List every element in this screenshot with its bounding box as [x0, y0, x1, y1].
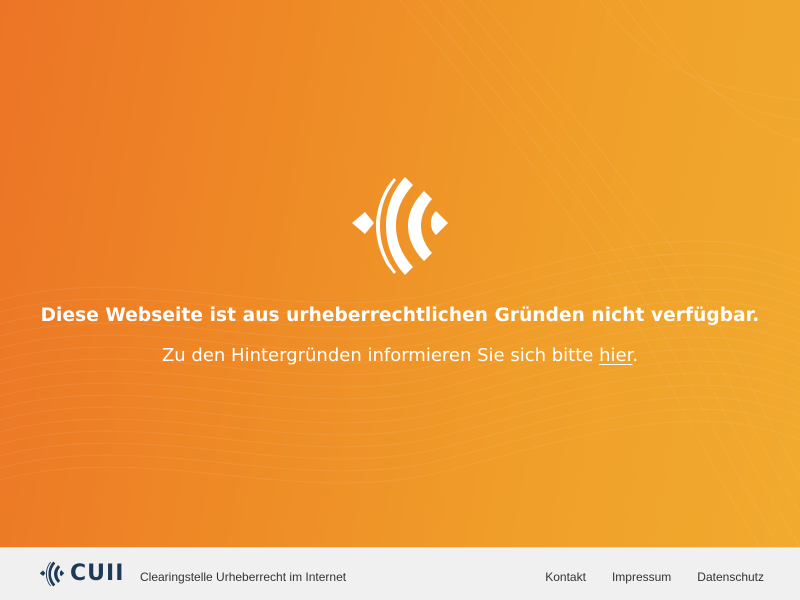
subline-text: Zu den Hintergründen informieren Sie sic…: [161, 345, 600, 366]
datenschutz-link[interactable]: Datenschutz: [697, 570, 764, 584]
cuii-signal-icon: [352, 177, 448, 275]
brand-name: CUII: [70, 561, 125, 586]
footer: CUII Clearingstelle Urheberrecht im Inte…: [0, 547, 800, 600]
subline-period: .: [632, 345, 639, 366]
footer-tagline: Clearingstelle Urheberrecht im Internet: [140, 570, 347, 584]
footer-nav: Kontakt Impressum Datenschutz: [545, 570, 764, 584]
impressum-link[interactable]: Impressum: [612, 570, 671, 584]
hier-link[interactable]: hier: [599, 345, 632, 366]
cuii-logo-icon: [39, 561, 65, 587]
page-headline: Diese Webseite ist aus urheberrechtliche…: [40, 305, 760, 326]
page-subline: Zu den Hintergründen informieren Sie sic…: [0, 345, 800, 366]
hero-banner: Diese Webseite ist aus urheberrechtliche…: [0, 0, 800, 547]
footer-logo[interactable]: CUII: [38, 561, 124, 587]
kontakt-link[interactable]: Kontakt: [545, 570, 586, 584]
